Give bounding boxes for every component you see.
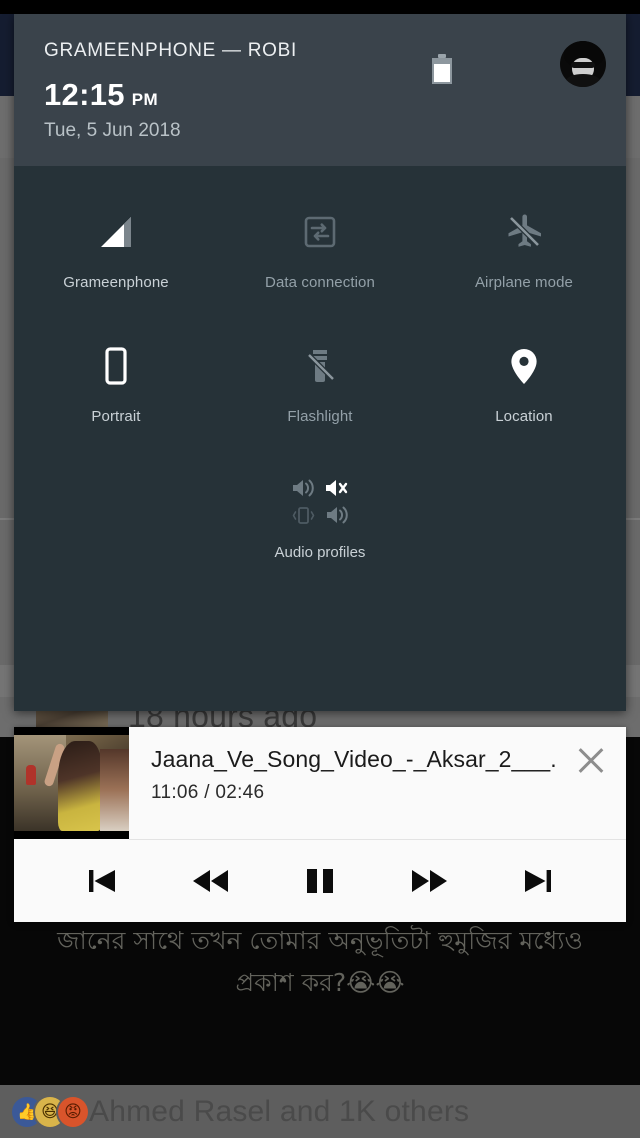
background-post-text-line1: জানের সাথে তখন তোমার অনুভূতিটা হুমুজির ম…	[57, 926, 583, 955]
quick-tile-location[interactable]: Location	[422, 322, 626, 456]
background-post-text: জানের সাথে তখন তোমার অনুভূতিটা হুমুজির ম…	[0, 920, 640, 1004]
fast-forward-button[interactable]	[400, 852, 458, 910]
rewind-button[interactable]	[182, 852, 240, 910]
next-track-button[interactable]	[509, 852, 567, 910]
close-button[interactable]	[556, 727, 626, 839]
quick-tile-flashlight[interactable]: Flashlight	[218, 322, 422, 456]
sound-on-icon[interactable]	[290, 477, 316, 499]
skip-previous-icon	[82, 861, 122, 901]
sound-loud-icon[interactable]	[324, 504, 350, 526]
signal-bars-icon	[93, 206, 139, 258]
location-pin-icon	[501, 340, 547, 392]
battery-fill	[434, 64, 450, 82]
video-thumbnail[interactable]	[14, 727, 129, 839]
media-player-info: Jaana_Ve_Song_Video_-_Aksar_2___.. 11:06…	[14, 727, 626, 839]
pause-icon	[302, 861, 338, 901]
audio-profiles-tile[interactable]: Audio profiles	[14, 474, 626, 561]
quick-tile-portrait[interactable]: Portrait	[14, 322, 218, 456]
quick-tile-label: Portrait	[91, 408, 141, 425]
phone-portrait-icon	[93, 340, 139, 392]
quick-settings-tile-grid: Grameenphone Data connection Airplane mo…	[14, 166, 626, 456]
clock-time: 12:15	[44, 77, 125, 112]
quick-tile-grameenphone[interactable]: Grameenphone	[14, 188, 218, 322]
data-sync-icon	[297, 206, 343, 258]
quick-tile-label: Grameenphone	[63, 274, 169, 291]
media-player-card: Jaana_Ve_Song_Video_-_Aksar_2___.. 11:06…	[14, 727, 626, 922]
quick-tile-label: Airplane mode	[474, 274, 573, 291]
thumbnail-vase	[26, 765, 36, 785]
quick-settings-header: GRAMEENPHONE — ROBI 12:15 PM Tue, 5 Jun …	[14, 14, 626, 166]
background-post-text-line2: প্রকাশ কর?😭😭	[235, 968, 405, 997]
skip-next-icon	[518, 861, 558, 901]
quick-settings-body: Grameenphone Data connection Airplane mo…	[14, 166, 626, 711]
battery-icon	[432, 54, 452, 84]
media-time: 11:06 / 02:46	[151, 782, 265, 803]
background-reactions-bar[interactable]: 👍 😆 😡 Ahmed Rasel and 1K others	[0, 1085, 640, 1138]
media-title: Jaana_Ve_Song_Video_-_Aksar_2___..	[151, 746, 556, 772]
close-icon	[576, 745, 606, 775]
fast-rewind-icon	[189, 861, 233, 901]
screen: 18 hours ago জানের সাথে তখন তোমার অনুভূত…	[0, 0, 640, 1138]
fast-forward-icon	[407, 861, 451, 901]
clock: 12:15 PM	[44, 78, 602, 112]
media-controls	[14, 840, 626, 922]
reactions-count-label: Ahmed Rasel and 1K others	[89, 1094, 470, 1128]
avatar-shadow	[566, 74, 600, 87]
quick-settings-panel: GRAMEENPHONE — ROBI 12:15 PM Tue, 5 Jun …	[14, 14, 626, 711]
sound-mute-icon[interactable]	[324, 477, 350, 499]
media-metadata: Jaana_Ve_Song_Video_-_Aksar_2___.. 11:06…	[129, 727, 556, 839]
date-label: Tue, 5 Jun 2018	[44, 120, 181, 141]
clock-ampm: PM	[131, 90, 159, 109]
quick-tile-data-connection[interactable]: Data connection	[218, 188, 422, 322]
reaction-icon-stack: 👍 😆 😡	[12, 1096, 88, 1127]
thumbnail-figure	[58, 741, 102, 831]
airplane-off-icon	[501, 206, 547, 258]
angry-reaction-icon: 😡	[58, 1096, 88, 1127]
thumbnail-figure-2	[100, 749, 129, 831]
audio-profile-icons	[286, 474, 354, 528]
vibrate-icon[interactable]	[290, 504, 316, 526]
carrier-label: GRAMEENPHONE — ROBI	[44, 40, 297, 61]
quick-tile-label: Location	[495, 408, 553, 425]
thumbnail-letterbox-bottom	[14, 831, 129, 839]
flashlight-off-icon	[297, 340, 343, 392]
avatar-sunglasses	[571, 62, 595, 68]
battery-body	[432, 58, 452, 84]
user-avatar[interactable]	[560, 41, 606, 87]
previous-track-button[interactable]	[73, 852, 131, 910]
thumbnail-letterbox-top	[14, 727, 129, 735]
quick-tile-label: Data connection	[265, 274, 375, 291]
quick-tile-airplane-mode[interactable]: Airplane mode	[422, 188, 626, 322]
audio-profiles-label: Audio profiles	[274, 544, 366, 561]
pause-button[interactable]	[291, 852, 349, 910]
quick-tile-label: Flashlight	[287, 408, 353, 425]
